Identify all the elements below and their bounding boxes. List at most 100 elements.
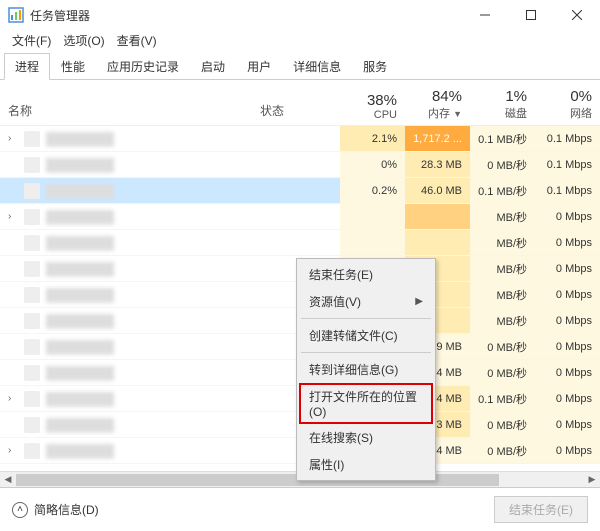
cell-disk: 0 MB/秒	[470, 412, 535, 437]
process-name: ████████	[46, 314, 114, 328]
header-disk[interactable]: 1% 磁盘	[470, 80, 535, 125]
cm-open-file-location[interactable]: 打开文件所在的位置(O)	[299, 383, 433, 424]
cm-properties[interactable]: 属性(I)	[299, 451, 433, 478]
process-row[interactable]: ████████0%28.3 MB0 MB/秒0.1 Mbps	[0, 152, 600, 178]
cell-disk: 0 MB/秒	[470, 152, 535, 177]
expander-icon[interactable]: ›	[8, 211, 18, 222]
close-button[interactable]	[554, 0, 600, 30]
cell-name: ████████	[0, 235, 260, 251]
process-icon	[24, 339, 40, 355]
process-icon	[24, 261, 40, 277]
expander-icon[interactable]: ›	[8, 133, 18, 144]
process-icon	[24, 391, 40, 407]
tab-services[interactable]: 服务	[352, 53, 398, 80]
cell-name: ›████████	[0, 443, 260, 459]
header-status[interactable]: 状态	[260, 80, 340, 125]
process-name: ████████	[46, 340, 114, 354]
cell-disk: MB/秒	[470, 230, 535, 255]
process-name: ████████	[46, 132, 114, 146]
header-disk-pct: 1%	[470, 88, 527, 105]
cell-network: 0.1 Mbps	[535, 126, 600, 151]
process-icon	[24, 131, 40, 147]
tab-performance[interactable]: 性能	[50, 53, 96, 80]
process-row[interactable]: ████████MB/秒0 Mbps	[0, 230, 600, 256]
tab-details[interactable]: 详细信息	[282, 53, 352, 80]
cell-cpu: 0.2%	[340, 178, 405, 203]
header-name[interactable]: 名称	[0, 80, 260, 125]
cm-go-to-details[interactable]: 转到详细信息(G)	[299, 356, 433, 383]
cell-name: › ████████	[0, 131, 260, 147]
process-icon	[24, 209, 40, 225]
cm-separator	[301, 318, 431, 319]
menu-file[interactable]: 文件(F)	[8, 30, 55, 51]
process-icon	[24, 183, 40, 199]
cell-disk: MB/秒	[470, 256, 535, 281]
footer: ˄ 简略信息(D) 结束任务(E)	[0, 487, 600, 531]
process-row[interactable]: ›████████MB/秒0 Mbps	[0, 204, 600, 230]
tab-processes[interactable]: 进程	[4, 53, 50, 80]
cell-network: 0 Mbps	[535, 308, 600, 333]
cell-disk: 0 MB/秒	[470, 360, 535, 385]
process-name: ████████	[46, 236, 114, 250]
cell-disk: 0.1 MB/秒	[470, 178, 535, 203]
content-area: 名称 状态 38% CPU 84% 内存 ▼ 1% 磁盘 0% 网络 › ████…	[0, 80, 600, 490]
process-icon	[24, 365, 40, 381]
tab-startup[interactable]: 启动	[190, 53, 236, 80]
process-row[interactable]: ›████████2.1%1,717.2 ...0.1 MB/秒0.1 Mbps	[0, 126, 600, 152]
cell-name: › ████████	[0, 391, 260, 407]
scroll-right-icon[interactable]: ▶	[584, 472, 600, 488]
cell-disk: 0 MB/秒	[470, 334, 535, 359]
cell-name: ████████	[0, 417, 260, 433]
header-cpu[interactable]: 38% CPU	[340, 80, 405, 125]
cell-network: 0 Mbps	[535, 282, 600, 307]
cm-end-task[interactable]: 结束任务(E)	[299, 261, 433, 288]
sort-arrow-icon: ▼	[453, 109, 462, 119]
cell-disk: 0 MB/秒	[470, 438, 535, 463]
expander-icon[interactable]: ›	[8, 393, 18, 404]
expander-icon[interactable]: ›	[8, 445, 18, 456]
column-headers: 名称 状态 38% CPU 84% 内存 ▼ 1% 磁盘 0% 网络	[0, 80, 600, 126]
cell-network: 0 Mbps	[535, 334, 600, 359]
process-name: ████████	[46, 210, 114, 224]
scroll-left-icon[interactable]: ◀	[0, 472, 16, 488]
cell-cpu: 0%	[340, 152, 405, 177]
brief-info-toggle[interactable]: ˄ 简略信息(D)	[12, 501, 494, 518]
cm-resource-values[interactable]: 资源值(V) ▶	[299, 288, 433, 315]
cell-disk: MB/秒	[470, 282, 535, 307]
chevron-up-icon: ˄	[12, 502, 28, 518]
brief-info-label: 简略信息(D)	[34, 501, 99, 518]
cell-name: ████████	[0, 339, 260, 355]
process-icon	[24, 313, 40, 329]
process-row[interactable]: ████████0.2%46.0 MB0.1 MB/秒0.1 Mbps	[0, 178, 600, 204]
tab-users[interactable]: 用户	[236, 53, 282, 80]
cell-disk: 0.1 MB/秒	[470, 386, 535, 411]
end-task-button[interactable]: 结束任务(E)	[494, 496, 588, 523]
process-icon	[24, 443, 40, 459]
process-name: ████████	[46, 392, 114, 406]
cell-network: 0 Mbps	[535, 412, 600, 437]
header-cpu-pct: 38%	[340, 92, 397, 109]
header-cpu-label: CPU	[340, 109, 397, 121]
cell-network: 0 Mbps	[535, 204, 600, 229]
cell-name: ████████	[0, 183, 260, 199]
cm-create-dump[interactable]: 创建转储文件(C)	[299, 322, 433, 349]
cell-network: 0 Mbps	[535, 386, 600, 411]
process-icon	[24, 157, 40, 173]
menu-options[interactable]: 选项(O)	[59, 30, 108, 51]
header-disk-label: 磁盘	[470, 105, 527, 121]
menu-view[interactable]: 查看(V)	[113, 30, 161, 51]
header-memory[interactable]: 84% 内存 ▼	[405, 80, 470, 125]
cell-name: ████████	[0, 261, 260, 277]
submenu-arrow-icon: ▶	[415, 296, 423, 307]
process-icon	[24, 235, 40, 251]
cell-network: 0 Mbps	[535, 256, 600, 281]
process-name: ████████	[46, 418, 114, 432]
cm-search-online[interactable]: 在线搜索(S)	[299, 424, 433, 451]
minimize-button[interactable]	[462, 0, 508, 30]
header-network[interactable]: 0% 网络	[535, 80, 600, 125]
window-title: 任务管理器	[30, 7, 462, 24]
maximize-button[interactable]	[508, 0, 554, 30]
cell-network: 0.1 Mbps	[535, 152, 600, 177]
cell-memory	[405, 204, 470, 229]
tab-app-history[interactable]: 应用历史记录	[96, 53, 190, 80]
